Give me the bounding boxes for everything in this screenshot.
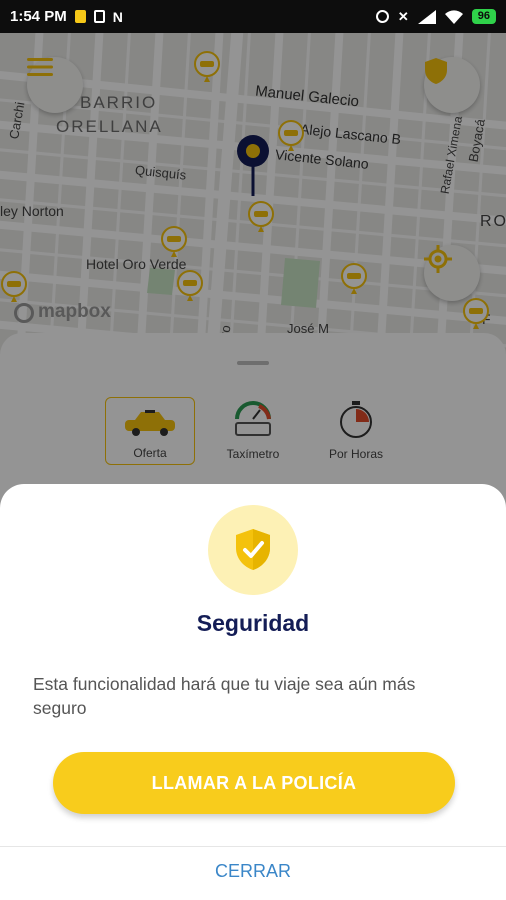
status-bar: 1:54 PM N ✕ 96: [0, 0, 506, 33]
n-icon: N: [112, 8, 123, 25]
mute-icon: ✕: [397, 8, 409, 24]
signal-icon: [417, 9, 436, 24]
security-icon-badge: [208, 505, 298, 595]
wifi-icon: [444, 9, 463, 24]
security-dialog: Seguridad Esta funcionalidad hará que tu…: [0, 484, 506, 900]
dialog-description: Esta funcionalidad hará que tu viaje sea…: [33, 674, 416, 718]
sim-icon: [93, 10, 105, 23]
call-police-button[interactable]: LLAMAR A LA POLICÍA: [53, 752, 455, 814]
status-time: 1:54 PM: [10, 8, 67, 25]
shield-check-icon: [236, 529, 270, 570]
battery-icon: 96: [471, 9, 496, 24]
divider: [0, 846, 506, 847]
alarm-icon: [375, 10, 389, 23]
close-button[interactable]: CERRAR: [0, 861, 506, 882]
notification-icon: [74, 10, 86, 23]
dialog-title: Seguridad: [196, 610, 310, 636]
